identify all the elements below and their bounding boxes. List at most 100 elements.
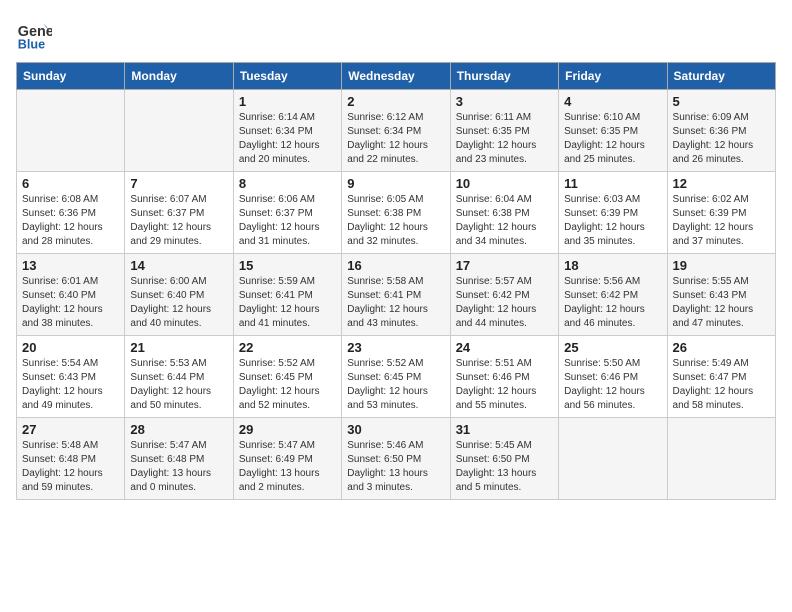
calendar-cell: 7 Sunrise: 6:07 AMSunset: 6:37 PMDaylight… xyxy=(125,172,233,254)
day-number: 23 xyxy=(347,340,444,355)
day-number: 4 xyxy=(564,94,661,109)
day-number: 26 xyxy=(673,340,770,355)
day-info: Sunrise: 5:53 AMSunset: 6:44 PMDaylight:… xyxy=(130,357,227,413)
day-number: 17 xyxy=(456,258,553,273)
day-info: Sunrise: 5:59 AMSunset: 6:41 PMDaylight:… xyxy=(239,275,336,331)
page-header: General Blue xyxy=(16,16,776,52)
day-header-tuesday: Tuesday xyxy=(233,63,341,90)
day-info: Sunrise: 5:54 AMSunset: 6:43 PMDaylight:… xyxy=(22,357,119,413)
day-number: 16 xyxy=(347,258,444,273)
day-info: Sunrise: 5:47 AMSunset: 6:49 PMDaylight:… xyxy=(239,439,336,495)
calendar-cell: 2 Sunrise: 6:12 AMSunset: 6:34 PMDaylight… xyxy=(342,90,450,172)
day-header-sunday: Sunday xyxy=(17,63,125,90)
day-info: Sunrise: 6:09 AMSunset: 6:36 PMDaylight:… xyxy=(673,111,770,167)
day-number: 3 xyxy=(456,94,553,109)
day-number: 14 xyxy=(130,258,227,273)
calendar-cell: 5 Sunrise: 6:09 AMSunset: 6:36 PMDaylight… xyxy=(667,90,775,172)
day-info: Sunrise: 5:57 AMSunset: 6:42 PMDaylight:… xyxy=(456,275,553,331)
header-row: SundayMondayTuesdayWednesdayThursdayFrid… xyxy=(17,63,776,90)
day-info: Sunrise: 6:11 AMSunset: 6:35 PMDaylight:… xyxy=(456,111,553,167)
calendar-cell: 13Sunrise: 6:01 AMSunset: 6:40 PMDayligh… xyxy=(17,254,125,336)
calendar-cell: 8Sunrise: 6:06 AMSunset: 6:37 PMDaylight… xyxy=(233,172,341,254)
day-header-friday: Friday xyxy=(559,63,667,90)
day-info: Sunrise: 6:08 AMSunset: 6:36 PMDaylight:… xyxy=(22,193,119,249)
calendar-cell: 24 Sunrise: 5:51 AMSunset: 6:46 PMDayligh… xyxy=(450,336,558,418)
day-info: Sunrise: 6:02 AMSunset: 6:39 PMDaylight:… xyxy=(673,193,770,249)
calendar-cell: 22 Sunrise: 5:52 AMSunset: 6:45 PMDayligh… xyxy=(233,336,341,418)
calendar-cell: 17 Sunrise: 5:57 AMSunset: 6:42 PMDayligh… xyxy=(450,254,558,336)
calendar-cell: 6 Sunrise: 6:08 AMSunset: 6:36 PMDaylight… xyxy=(17,172,125,254)
logo-icon: General Blue xyxy=(16,16,52,52)
day-number: 12 xyxy=(673,176,770,191)
day-info: Sunrise: 6:00 AMSunset: 6:40 PMDaylight:… xyxy=(130,275,227,331)
day-number: 21 xyxy=(130,340,227,355)
day-number: 5 xyxy=(673,94,770,109)
day-info: Sunrise: 5:56 AMSunset: 6:42 PMDaylight:… xyxy=(564,275,661,331)
calendar-cell: 18 Sunrise: 5:56 AMSunset: 6:42 PMDayligh… xyxy=(559,254,667,336)
day-number: 29 xyxy=(239,422,336,437)
calendar-cell xyxy=(125,90,233,172)
calendar-cell: 28 Sunrise: 5:47 AMSunset: 6:48 PMDayligh… xyxy=(125,418,233,500)
day-info: Sunrise: 5:47 AMSunset: 6:48 PMDaylight:… xyxy=(130,439,227,495)
calendar-cell: 1 Sunrise: 6:14 AMSunset: 6:34 PMDaylight… xyxy=(233,90,341,172)
day-number: 28 xyxy=(130,422,227,437)
calendar-cell: 12 Sunrise: 6:02 AMSunset: 6:39 PMDayligh… xyxy=(667,172,775,254)
day-info: Sunrise: 6:05 AMSunset: 6:38 PMDaylight:… xyxy=(347,193,444,249)
day-info: Sunrise: 6:04 AMSunset: 6:38 PMDaylight:… xyxy=(456,193,553,249)
calendar-cell: 15 Sunrise: 5:59 AMSunset: 6:41 PMDayligh… xyxy=(233,254,341,336)
day-number: 19 xyxy=(673,258,770,273)
day-number: 22 xyxy=(239,340,336,355)
day-info: Sunrise: 6:03 AMSunset: 6:39 PMDaylight:… xyxy=(564,193,661,249)
day-number: 27 xyxy=(22,422,119,437)
day-info: Sunrise: 5:52 AMSunset: 6:45 PMDaylight:… xyxy=(347,357,444,413)
day-number: 1 xyxy=(239,94,336,109)
day-header-wednesday: Wednesday xyxy=(342,63,450,90)
calendar-cell: 9Sunrise: 6:05 AMSunset: 6:38 PMDaylight… xyxy=(342,172,450,254)
day-number: 7 xyxy=(130,176,227,191)
day-info: Sunrise: 6:07 AMSunset: 6:37 PMDaylight:… xyxy=(130,193,227,249)
day-info: Sunrise: 5:52 AMSunset: 6:45 PMDaylight:… xyxy=(239,357,336,413)
day-number: 20 xyxy=(22,340,119,355)
day-number: 18 xyxy=(564,258,661,273)
calendar-week-5: 27 Sunrise: 5:48 AMSunset: 6:48 PMDayligh… xyxy=(17,418,776,500)
calendar-cell xyxy=(559,418,667,500)
calendar-week-3: 13Sunrise: 6:01 AMSunset: 6:40 PMDayligh… xyxy=(17,254,776,336)
calendar-cell: 10 Sunrise: 6:04 AMSunset: 6:38 PMDayligh… xyxy=(450,172,558,254)
day-info: Sunrise: 5:58 AMSunset: 6:41 PMDaylight:… xyxy=(347,275,444,331)
calendar-cell: 14 Sunrise: 6:00 AMSunset: 6:40 PMDayligh… xyxy=(125,254,233,336)
day-number: 15 xyxy=(239,258,336,273)
day-number: 30 xyxy=(347,422,444,437)
calendar-cell: 29 Sunrise: 5:47 AMSunset: 6:49 PMDayligh… xyxy=(233,418,341,500)
calendar-week-2: 6 Sunrise: 6:08 AMSunset: 6:36 PMDaylight… xyxy=(17,172,776,254)
day-info: Sunrise: 5:51 AMSunset: 6:46 PMDaylight:… xyxy=(456,357,553,413)
calendar-cell: 31Sunrise: 5:45 AMSunset: 6:50 PMDayligh… xyxy=(450,418,558,500)
day-info: Sunrise: 6:12 AMSunset: 6:34 PMDaylight:… xyxy=(347,111,444,167)
logo: General Blue xyxy=(16,16,52,52)
day-header-saturday: Saturday xyxy=(667,63,775,90)
day-info: Sunrise: 5:48 AMSunset: 6:48 PMDaylight:… xyxy=(22,439,119,495)
day-header-thursday: Thursday xyxy=(450,63,558,90)
calendar-cell: 25 Sunrise: 5:50 AMSunset: 6:46 PMDayligh… xyxy=(559,336,667,418)
day-info: Sunrise: 6:10 AMSunset: 6:35 PMDaylight:… xyxy=(564,111,661,167)
day-info: Sunrise: 5:55 AMSunset: 6:43 PMDaylight:… xyxy=(673,275,770,331)
calendar-cell: 21 Sunrise: 5:53 AMSunset: 6:44 PMDayligh… xyxy=(125,336,233,418)
calendar-cell: 27 Sunrise: 5:48 AMSunset: 6:48 PMDayligh… xyxy=(17,418,125,500)
day-number: 25 xyxy=(564,340,661,355)
day-number: 10 xyxy=(456,176,553,191)
calendar-cell xyxy=(17,90,125,172)
calendar-table: SundayMondayTuesdayWednesdayThursdayFrid… xyxy=(16,62,776,500)
day-info: Sunrise: 5:49 AMSunset: 6:47 PMDaylight:… xyxy=(673,357,770,413)
day-info: Sunrise: 5:50 AMSunset: 6:46 PMDaylight:… xyxy=(564,357,661,413)
day-info: Sunrise: 5:46 AMSunset: 6:50 PMDaylight:… xyxy=(347,439,444,495)
calendar-cell: 11 Sunrise: 6:03 AMSunset: 6:39 PMDayligh… xyxy=(559,172,667,254)
day-number: 2 xyxy=(347,94,444,109)
day-number: 24 xyxy=(456,340,553,355)
calendar-cell: 20 Sunrise: 5:54 AMSunset: 6:43 PMDayligh… xyxy=(17,336,125,418)
calendar-cell: 26 Sunrise: 5:49 AMSunset: 6:47 PMDayligh… xyxy=(667,336,775,418)
day-info: Sunrise: 6:14 AMSunset: 6:34 PMDaylight:… xyxy=(239,111,336,167)
calendar-cell: 4 Sunrise: 6:10 AMSunset: 6:35 PMDaylight… xyxy=(559,90,667,172)
day-number: 6 xyxy=(22,176,119,191)
day-number: 11 xyxy=(564,176,661,191)
calendar-cell: 16 Sunrise: 5:58 AMSunset: 6:41 PMDayligh… xyxy=(342,254,450,336)
day-info: Sunrise: 6:06 AMSunset: 6:37 PMDaylight:… xyxy=(239,193,336,249)
